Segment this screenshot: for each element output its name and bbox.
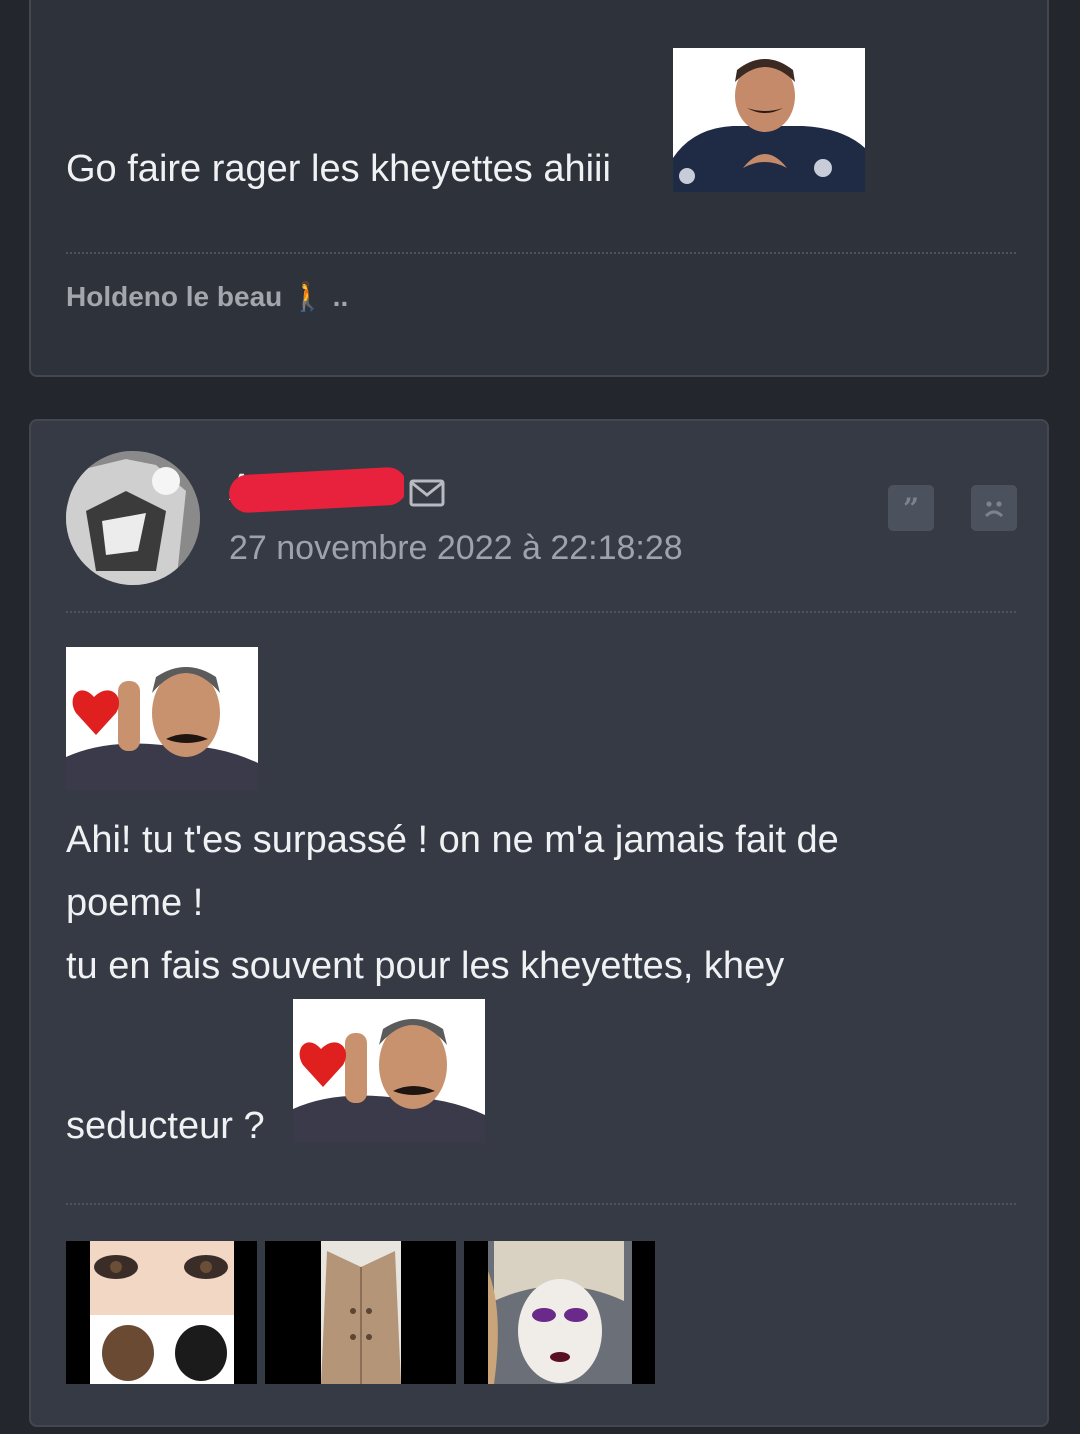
quote-icon: ” (902, 491, 920, 525)
sticker-image (66, 647, 258, 791)
divider (66, 1203, 1016, 1205)
attachment-thumbnail[interactable] (265, 1241, 456, 1384)
post-line-4: seducteur ? (66, 1105, 265, 1147)
divider (66, 611, 1016, 613)
attachment-thumbnail[interactable] (66, 1241, 257, 1384)
username[interactable]: A (229, 467, 404, 517)
post-line-2: poeme ! (66, 882, 204, 924)
previous-post-text: Go faire rager les kheyettes ahiii (66, 148, 611, 190)
divider (66, 252, 1016, 254)
quote-button[interactable]: ” (888, 485, 934, 531)
sticker-image (673, 48, 865, 192)
mail-icon[interactable] (409, 479, 445, 507)
attachment-thumbnail[interactable] (464, 1241, 655, 1384)
redaction-mark (229, 467, 404, 514)
previous-post-card: Go faire rager les kheyettes ahiii Holde… (29, 0, 1049, 377)
post-line-3: tu en fais souvent pour les kheyettes, k… (66, 945, 785, 987)
sticker-image (293, 999, 485, 1143)
post-card: A 27 novembre 2022 à 22:18:28 ” Ahi! tu … (29, 419, 1049, 1427)
post-line-1: Ahi! tu t'es surpassé ! on ne m'a jamais… (66, 819, 839, 861)
report-button[interactable] (971, 485, 1017, 531)
signature: Holdeno le beau 🚶 .. (66, 281, 349, 312)
post-date: 27 novembre 2022 à 22:18:28 (229, 529, 683, 567)
avatar[interactable] (66, 451, 200, 585)
sad-face-icon (984, 501, 1004, 518)
